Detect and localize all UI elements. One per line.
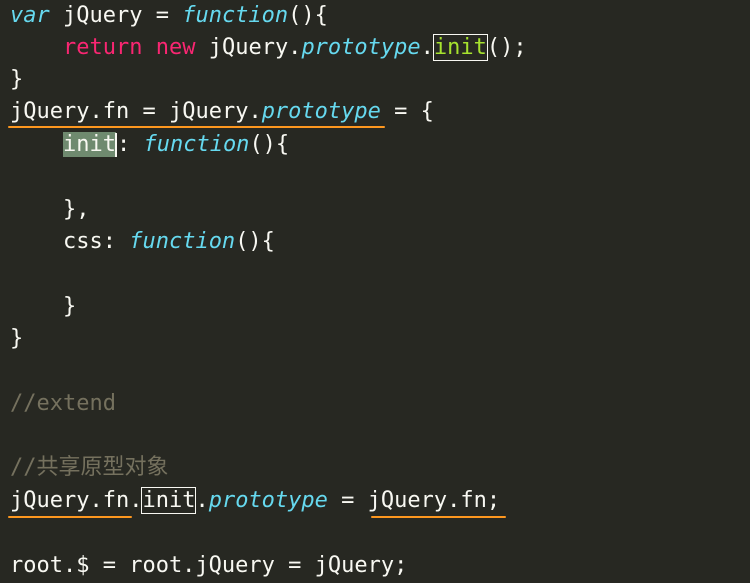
annotation-underline-1 bbox=[8, 126, 385, 128]
highlighted-init: init bbox=[432, 34, 488, 61]
keyword-var: var bbox=[10, 3, 50, 28]
identifier-jquery-fn: jQuery.fn bbox=[10, 99, 130, 124]
code-editor[interactable]: var jQuery = function(){ return new jQue… bbox=[0, 0, 750, 583]
keyword-function: function bbox=[182, 3, 289, 28]
code-punct: (){ bbox=[235, 229, 275, 254]
code-punct: . bbox=[420, 35, 434, 60]
property-prototype: prototype bbox=[261, 99, 381, 124]
identifier-jquery: jQuery = bbox=[49, 3, 183, 28]
code-identifier: jQuery. bbox=[168, 99, 262, 124]
identifier-jquery-fn-rhs: jQuery.fn bbox=[367, 488, 487, 513]
code-line-10: } bbox=[10, 294, 77, 319]
property-prototype: prototype bbox=[301, 35, 421, 60]
code-line-3: } bbox=[10, 67, 24, 92]
identifier-jquery-fn: jQuery.fn bbox=[10, 488, 130, 513]
property-prototype: prototype bbox=[208, 488, 328, 513]
code-operator: = bbox=[129, 99, 169, 124]
code-line-4: jQuery.fn = jQuery.prototype = { bbox=[10, 96, 434, 128]
code-line-16: jQuery.fn.init.prototype = jQuery.fn; bbox=[10, 485, 500, 517]
comment-extend: //extend bbox=[10, 391, 116, 416]
annotation-underline-2 bbox=[8, 516, 132, 518]
code-punct: = { bbox=[380, 99, 434, 124]
keyword-function: function bbox=[129, 229, 236, 254]
boxed-init: init bbox=[141, 487, 197, 514]
code-line-18: root.$ = root.jQuery = jQuery; bbox=[10, 553, 408, 578]
selected-init: init bbox=[62, 132, 116, 157]
code-line-7: }, bbox=[10, 197, 90, 222]
keyword-return: return bbox=[62, 35, 143, 60]
code-line-5: init: function(){ bbox=[10, 129, 289, 161]
code-punct: . bbox=[195, 488, 209, 513]
code-punct: : bbox=[116, 132, 144, 157]
code-punct: ; bbox=[486, 488, 501, 513]
comment-shared-prototype: //共享原型对象 bbox=[10, 455, 169, 480]
identifier-css: css: bbox=[62, 229, 130, 254]
code-line-2: return new jQuery.prototype.init(); bbox=[10, 32, 527, 64]
code-punct: (); bbox=[486, 35, 527, 60]
code-punct: (){ bbox=[249, 132, 290, 157]
code-punct: . bbox=[129, 488, 143, 513]
code-punct: (){ bbox=[288, 3, 328, 28]
annotation-underline-3 bbox=[371, 516, 506, 518]
keyword-new: new bbox=[155, 35, 196, 60]
code-line-1: var jQuery = function(){ bbox=[10, 0, 328, 32]
code-line-8: css: function(){ bbox=[10, 226, 275, 258]
code-operator: = bbox=[327, 488, 368, 513]
code-line-11: } bbox=[10, 326, 24, 351]
code-identifier: jQuery. bbox=[195, 35, 302, 60]
keyword-function: function bbox=[143, 132, 250, 157]
